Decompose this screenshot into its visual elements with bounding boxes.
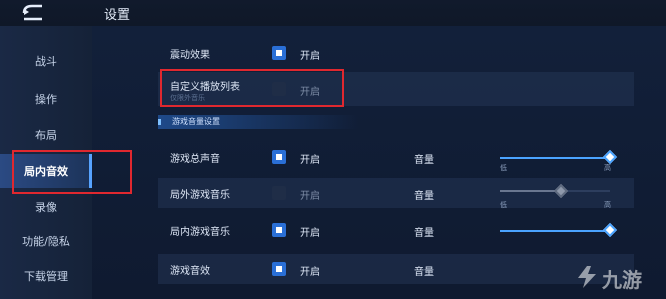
lobby-music-low: 低 xyxy=(500,201,507,209)
master-volume-high: 高 xyxy=(604,164,611,172)
watermark-text: 九游 xyxy=(602,268,642,292)
sidebar-item-combat[interactable]: 战斗 xyxy=(0,46,92,76)
back-arrow-icon[interactable] xyxy=(18,3,48,23)
master-volume-label: 游戏总声音 xyxy=(170,154,220,165)
ingame-music-option: 开启 xyxy=(300,228,320,239)
slider-fill xyxy=(500,230,610,232)
master-volume-checkbox[interactable] xyxy=(272,150,286,164)
sound-effects-checkbox[interactable] xyxy=(272,262,286,276)
lobby-music-label: 局外游戏音乐 xyxy=(170,190,230,201)
playlist-highlight-box xyxy=(160,69,344,107)
ingame-music-slider[interactable] xyxy=(500,230,610,232)
section-marker xyxy=(158,119,161,125)
ingame-music-checkbox[interactable] xyxy=(272,223,286,237)
sidebar-item-controls[interactable]: 操作 xyxy=(0,84,92,114)
checkbox-mark xyxy=(276,227,282,233)
checkbox-mark xyxy=(276,266,282,272)
lobby-music-high: 高 xyxy=(604,201,611,209)
vibration-option: 开启 xyxy=(300,51,320,62)
sidebar-item-downloads[interactable]: 下载管理 xyxy=(0,261,92,291)
slider-fill xyxy=(500,157,610,159)
sidebar-item-privacy[interactable]: 功能/隐私 xyxy=(0,226,92,256)
page-title: 设置 xyxy=(104,8,131,23)
watermark: 九游 xyxy=(572,262,662,292)
sound-effects-label: 游戏音效 xyxy=(170,266,210,277)
slider-fill xyxy=(500,190,561,192)
ingame-music-volume-label: 音量 xyxy=(414,228,434,239)
sidebar-item-label: 下载管理 xyxy=(24,270,68,283)
sidebar-item-layout[interactable]: 布局 xyxy=(0,120,92,150)
vibration-label: 震动效果 xyxy=(170,50,210,61)
top-bar: 设置 xyxy=(0,0,666,26)
sound-effects-volume-label: 音量 xyxy=(414,267,434,278)
checkbox-mark xyxy=(276,50,282,56)
lobby-music-volume-label: 音量 xyxy=(414,191,434,202)
watermark-logo-icon xyxy=(578,266,596,288)
ingame-music-label: 局内游戏音乐 xyxy=(170,227,230,238)
lobby-music-option: 开启 xyxy=(300,191,320,202)
audio-tab-highlight-box xyxy=(12,150,132,194)
lobby-music-checkbox[interactable] xyxy=(272,186,286,200)
volume-section-header: 游戏音量设置 xyxy=(158,115,358,129)
sidebar-item-label: 功能/隐私 xyxy=(22,235,70,248)
sound-effects-row: 游戏音效 开启 音量 xyxy=(158,254,634,284)
sidebar-item-label: 战斗 xyxy=(35,55,57,68)
master-volume-volume-label: 音量 xyxy=(414,155,434,166)
sound-effects-option: 开启 xyxy=(300,267,320,278)
sidebar-item-replay[interactable]: 录像 xyxy=(0,192,92,222)
master-volume-slider[interactable] xyxy=(500,157,610,159)
section-title: 游戏音量设置 xyxy=(172,117,220,126)
master-volume-option: 开启 xyxy=(300,155,320,166)
vibration-checkbox[interactable] xyxy=(272,46,286,60)
master-volume-low: 低 xyxy=(500,164,507,172)
checkbox-mark xyxy=(276,154,282,160)
vibration-row: 震动效果 开启 xyxy=(158,38,634,68)
sidebar-item-label: 布局 xyxy=(35,129,57,142)
sidebar-item-label: 录像 xyxy=(35,201,57,214)
sidebar-item-label: 操作 xyxy=(35,93,57,106)
